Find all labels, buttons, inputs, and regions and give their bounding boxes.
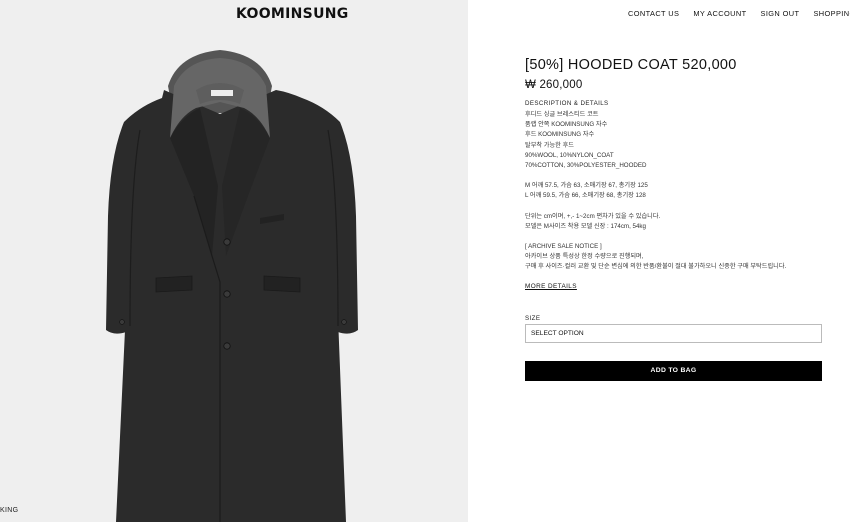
size-select[interactable]: SELECT OPTION	[525, 323, 822, 343]
detail-line: 후드 KOOMINSUNG 자수	[525, 131, 595, 139]
more-details-link[interactable]: MORE DETAILS	[525, 283, 577, 290]
note-line: 모델은 M사이즈 착용 모델 신장 : 174cm, 54kg	[525, 222, 646, 230]
nav-my-account[interactable]: MY ACCOUNT	[693, 9, 746, 18]
product-price: ₩ 260,000	[525, 79, 583, 91]
add-to-bag-label: ADD TO BAG	[650, 367, 697, 375]
size-info-line: M 어깨 57.5, 가슴 63, 소매기장 67, 총기장 125	[525, 182, 648, 190]
size-select-value: SELECT OPTION	[531, 329, 584, 337]
nav-sign-out[interactable]: SIGN OUT	[761, 9, 800, 18]
add-to-bag-button[interactable]: ADD TO BAG	[525, 360, 822, 381]
image-caption: KING	[0, 507, 19, 514]
description-heading: DESCRIPTION & DETAILS	[525, 100, 609, 107]
detail-line: 품랩 안쪽 KOOMINSUNG 자수	[525, 121, 608, 129]
detail-line: 후디드 싱글 브레스티드 코트	[525, 111, 599, 118]
product-info: [50%] HOODED COAT 520,000 ₩ 260,000 DESC…	[525, 57, 823, 381]
size-label: SIZE	[525, 314, 541, 322]
detail-line: 90%WOOL, 10%NYLON_COAT	[525, 151, 614, 159]
product-image-panel: KOOMINSUNG KING	[0, 0, 468, 522]
product-image	[106, 50, 358, 522]
nav-contact-us[interactable]: CONTACT US	[628, 9, 679, 18]
detail-line: 탈부착 가능한 후드	[525, 141, 574, 149]
archive-notice-line: [ ARCHIVE SALE NOTICE ]	[525, 243, 602, 251]
note-line: 단위는 cm이며, +,- 1~2cm 편차가 있을 수 있습니다.	[525, 212, 661, 220]
product-description: 후디드 싱글 브레스티드 코트 품랩 안쪽 KOOMINSUNG 자수 후드 K…	[525, 110, 823, 273]
nav-shopping-bag[interactable]: SHOPPING BAG	[813, 9, 850, 18]
detail-line: 70%COTTON, 30%POLYESTER_HOODED	[525, 162, 647, 170]
top-nav: CONTACT US MY ACCOUNT SIGN OUT SHOPPING …	[628, 9, 850, 18]
product-title: [50%] HOODED COAT 520,000	[525, 57, 737, 73]
brand-logo[interactable]: KOOMINSUNG	[236, 6, 349, 22]
archive-notice-line: 구매 후 사이즈·컬러 교환 및 단순 변심에 의한 반품/환불이 절대 불가하…	[525, 263, 787, 271]
size-info-line: L 어깨 59.5, 가슴 66, 소매기장 68, 총기장 128	[525, 192, 646, 200]
archive-notice-line: 아카이브 상품 특성상 한정 수량으로 진행되며,	[525, 253, 644, 261]
